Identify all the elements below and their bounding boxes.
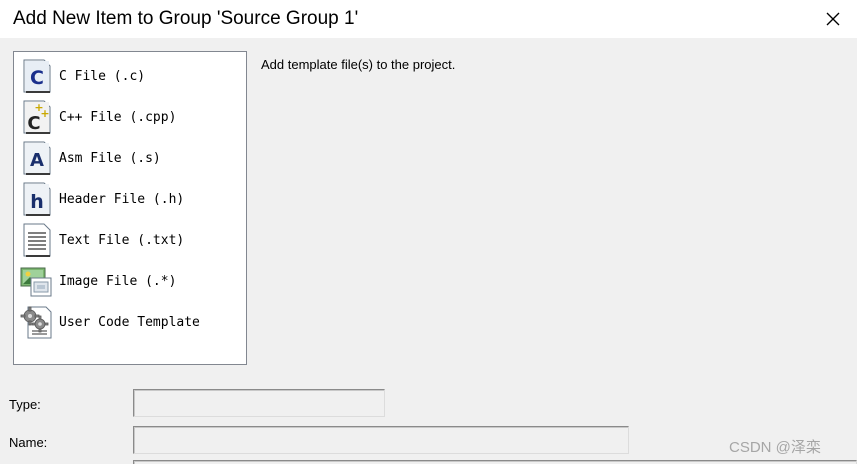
name-field[interactable] [133,426,629,454]
list-item-image-file[interactable]: Image File (.*) [20,262,240,300]
type-field[interactable] [133,389,385,417]
gear-template-icon [20,303,54,341]
location-field[interactable] [133,460,857,464]
svg-text:A: A [30,150,44,171]
list-item-label: C++ File (.cpp) [59,109,177,125]
window-title: Add New Item to Group 'Source Group 1' [13,8,359,29]
header-file-icon: h [20,180,54,218]
title-bar: Add New Item to Group 'Source Group 1' [0,0,857,38]
list-item-c-file[interactable]: C C File (.c) [20,57,240,95]
svg-text:h: h [30,191,44,213]
image-file-icon [20,262,54,300]
list-item-label: Image File (.*) [59,273,177,289]
close-button[interactable] [816,4,850,34]
type-label: Type: [9,397,41,412]
template-description: Add template file(s) to the project. [261,57,456,72]
list-item-cpp-file[interactable]: C + + C++ File (.cpp) [20,98,240,136]
item-type-list[interactable]: C C File (.c) C + + C++ File (.cpp) A As… [13,51,247,365]
c-file-icon: C [20,57,54,95]
svg-text:+: + [40,107,49,120]
list-item-asm-file[interactable]: A Asm File (.s) [20,139,240,177]
list-item-label: Asm File (.s) [59,150,161,166]
list-item-header-file[interactable]: h Header File (.h) [20,180,240,218]
list-item-label: Header File (.h) [59,191,185,207]
list-item-label: C File (.c) [59,68,146,84]
name-label: Name: [9,435,48,450]
svg-text:C: C [30,67,44,89]
list-item-user-code-template[interactable]: User Code Template [20,303,240,341]
svg-text:C: C [27,113,40,134]
list-item-label: Text File (.txt) [59,232,185,248]
watermark: CSDN @泽栾 [729,439,821,456]
asm-file-icon: A [20,139,54,177]
text-file-icon [20,221,54,259]
list-item-text-file[interactable]: Text File (.txt) [20,221,240,259]
close-icon [826,12,840,26]
list-item-label: User Code Template [59,314,200,330]
cpp-file-icon: C + + [20,98,54,136]
